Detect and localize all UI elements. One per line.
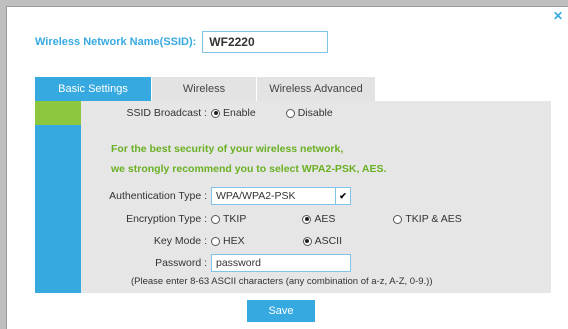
security-notice-line1: For the best security of your wireless n… [111,143,344,155]
ssid-input[interactable] [202,31,329,53]
encryption-aes-label: AES [314,213,336,225]
auth-type-label: Authentication Type : [109,190,207,202]
encryption-tkip-label: TKIP [223,213,247,225]
radio-selected-icon [302,214,312,224]
password-input[interactable] [211,254,351,272]
radio-selected-icon [302,236,312,246]
tab-wireless-advanced[interactable]: Wireless Advanced [257,77,376,101]
radio-unselected-icon [285,108,295,118]
encryption-type-row: Encryption Type : TKIP AES TKIP & AES [35,211,462,227]
password-row: Password : [35,254,351,272]
keymode-hex-radio[interactable]: HEX [211,235,245,247]
key-mode-row: Key Mode : HEX ASCII [35,233,342,249]
basic-settings-panel: SSID Broadcast : Enable Disable For the … [35,101,551,293]
keymode-ascii-radio[interactable]: ASCII [302,235,343,247]
broadcast-disable-label: Disable [297,107,333,119]
encryption-tkip-aes-radio[interactable]: TKIP & AES [393,213,462,225]
tab-basic-settings[interactable]: Basic Settings [35,77,152,101]
ssid-row: Wireless Network Name(SSID): [35,31,329,53]
auth-type-select[interactable]: WPA/WPA2-PSK ✔ [211,187,351,205]
key-mode-label: Key Mode : [153,235,207,247]
radio-selected-icon [211,108,220,118]
chevron-down-icon: ✔ [335,188,350,204]
auth-type-row: Authentication Type : WPA/WPA2-PSK ✔ [35,187,351,205]
radio-unselected-icon [393,214,403,224]
broadcast-enable-radio[interactable]: Enable [211,107,256,119]
encryption-tkip-radio[interactable]: TKIP [211,213,246,225]
broadcast-disable-radio[interactable]: Disable [285,107,333,119]
broadcast-enable-label: Enable [223,107,256,119]
keymode-ascii-label: ASCII [314,235,343,247]
tab-wireless-management[interactable]: Wireless Management [152,77,257,119]
ssid-label: Wireless Network Name(SSID): [35,36,197,48]
ssid-broadcast-label: SSID Broadcast : [126,107,207,119]
radio-unselected-icon [211,236,220,246]
password-label: Password : [155,257,207,269]
encryption-type-label: Encryption Type : [126,213,207,225]
save-button[interactable]: Save [247,300,315,322]
keymode-hex-label: HEX [223,235,245,247]
encryption-aes-radio[interactable]: AES [302,213,335,225]
security-notice-line2: we strongly recommend you to select WPA2… [111,163,387,175]
encryption-tkip-aes-label: TKIP & AES [405,213,462,225]
wireless-settings-dialog: ✕ Wireless Network Name(SSID): Basic Set… [6,6,568,329]
auth-type-value: WPA/WPA2-PSK [216,190,296,202]
settings-tabs: Basic Settings Wireless Management Wirel… [35,77,376,119]
password-hint: (Please enter 8-63 ASCII characters (any… [131,276,433,287]
close-icon[interactable]: ✕ [553,9,563,23]
ssid-broadcast-row: SSID Broadcast : Enable Disable [35,101,333,125]
radio-unselected-icon [211,214,220,224]
